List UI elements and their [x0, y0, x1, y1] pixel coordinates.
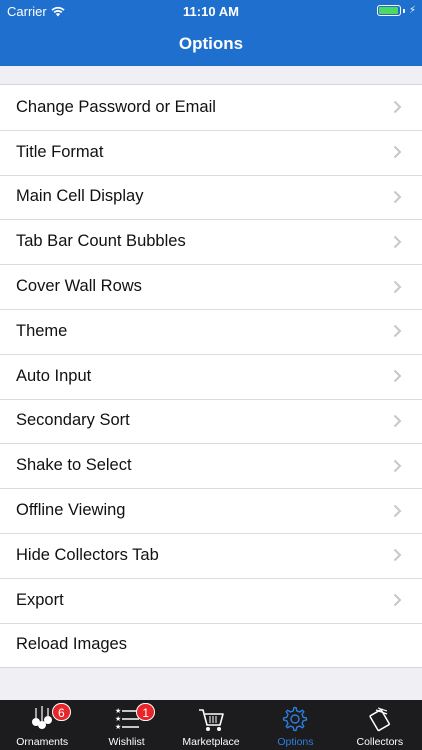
- option-label: Export: [16, 590, 64, 609]
- battery-icon: [376, 5, 401, 16]
- option-row-cover-wall-rows[interactable]: Cover Wall Rows: [0, 264, 422, 309]
- option-label: Reload Images: [16, 635, 127, 654]
- option-label: Main Cell Display: [16, 187, 144, 206]
- tab-label: Marketplace: [182, 736, 240, 748]
- chevron-right-icon: [393, 235, 402, 248]
- option-label: Theme: [16, 321, 68, 340]
- chevron-right-icon: [393, 145, 402, 159]
- option-row-tab-bar-count-bubbles[interactable]: Tab Bar Count Bubbles: [0, 219, 422, 264]
- option-label: Cover Wall Rows: [16, 277, 142, 296]
- tab-bar: 6 Ornaments ★ ★ ★ 1 Wishlist Marketplace O…: [0, 700, 422, 750]
- tab-label: Ornaments: [16, 736, 69, 748]
- option-label: Hide Collectors Tab: [16, 545, 159, 564]
- tab-collectors[interactable]: Collectors: [338, 700, 422, 750]
- tab-label: Options: [277, 736, 314, 748]
- option-label: Offline Viewing: [16, 501, 126, 520]
- svg-text:★: ★: [115, 715, 121, 723]
- option-row-title-format[interactable]: Title Format: [0, 129, 422, 175]
- option-row-reload-images[interactable]: Reload Images: [0, 622, 422, 668]
- options-list: Change Password or Email Title Format Main…: [0, 84, 422, 669]
- option-label: Auto Input: [16, 366, 92, 385]
- clock: 11:10 AM: [183, 4, 239, 19]
- tab-label: Wishlist: [108, 736, 145, 748]
- option-row-offline-viewing[interactable]: Offline Viewing: [0, 488, 422, 533]
- chevron-right-icon: [393, 369, 402, 383]
- option-row-auto-input[interactable]: Auto Input: [0, 353, 422, 399]
- tab-badge: 1: [136, 703, 156, 721]
- tab-label: Collectors: [356, 736, 404, 748]
- tab-badge: 6: [52, 703, 71, 721]
- status-bar: Carrier 11:10 AM ⚡: [0, 0, 422, 22]
- gear-icon: [283, 706, 308, 732]
- option-label: Secondary Sort: [16, 411, 130, 430]
- chevron-right-icon: [393, 325, 402, 338]
- svg-text:★: ★: [115, 723, 121, 731]
- option-row-main-cell-display[interactable]: Main Cell Display: [0, 174, 422, 220]
- chevron-right-icon: [393, 459, 402, 472]
- option-row-theme[interactable]: Theme: [0, 308, 422, 354]
- chevron-right-icon: [393, 280, 402, 293]
- option-label: Shake to Select: [16, 456, 132, 475]
- navigation-bar: Carrier 11:10 AM ⚡ Options: [0, 0, 422, 66]
- tab-options[interactable]: Options: [253, 700, 337, 750]
- chevron-right-icon: [393, 190, 402, 204]
- battery-fill: [378, 7, 398, 14]
- option-row-export[interactable]: Export: [0, 577, 422, 623]
- tab-marketplace[interactable]: Marketplace: [169, 700, 253, 750]
- chevron-right-icon: [393, 101, 402, 114]
- option-row-hide-collectors-tab[interactable]: Hide Collectors Tab: [0, 532, 422, 578]
- tab-wishlist[interactable]: ★ ★ ★ 1 Wishlist: [84, 700, 168, 750]
- charging-bolt-icon: ⚡: [408, 5, 416, 16]
- option-label: Change Password or Email: [16, 97, 216, 116]
- svg-text:★: ★: [115, 707, 121, 715]
- chevron-right-icon: [393, 593, 402, 607]
- option-label: Title Format: [16, 142, 104, 161]
- battery-tip: [402, 8, 405, 13]
- cart-icon: [199, 709, 224, 731]
- option-row-shake-to-select[interactable]: Shake to Select: [0, 443, 422, 488]
- page-title: Options: [178, 34, 244, 53]
- chevron-right-icon: [393, 549, 402, 562]
- option-row-secondary-sort[interactable]: Secondary Sort: [0, 398, 422, 444]
- option-row-change-password-or-email[interactable]: Change Password or Email: [0, 85, 422, 130]
- chevron-right-icon: [393, 504, 402, 517]
- collectors-icon: [369, 707, 390, 732]
- battery-indicator: ⚡: [376, 5, 416, 16]
- chevron-right-icon: [393, 414, 402, 428]
- tab-ornaments[interactable]: 6 Ornaments: [0, 700, 84, 750]
- option-label: Tab Bar Count Bubbles: [16, 232, 186, 251]
